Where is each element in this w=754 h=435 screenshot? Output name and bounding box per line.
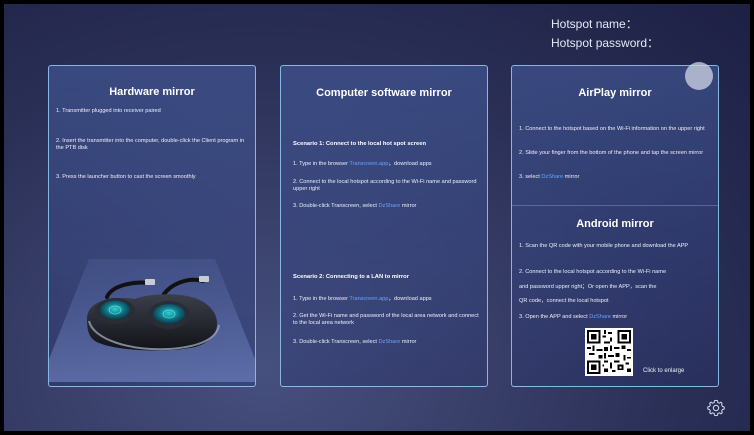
android-step-3: 3. Open the APP and select DzShare mirro… bbox=[519, 314, 628, 320]
scenario-2-title: Scenario 2: Connecting to a LAN to mirro… bbox=[293, 274, 409, 280]
scenario-2-step-2: 2. Get the Wi-Fi name and password of th… bbox=[293, 313, 479, 326]
airplay-android-card: AirPlay mirror 1. Connect to the hotspot… bbox=[511, 65, 719, 387]
android-step-2b: and password upper right；Or open the APP… bbox=[519, 284, 657, 290]
airplay-step-1: 1. Connect to the hotspot based on the W… bbox=[519, 126, 705, 132]
hardware-step-3: 3. Press the launcher button to cast the… bbox=[56, 174, 196, 180]
hardware-step-1: 1. Transmitter plugged into receiver pai… bbox=[56, 108, 161, 114]
hardware-mirror-title: Hardware mirror bbox=[109, 86, 195, 98]
scenario-1-step-2: 2. Connect to the local hotspot accordin… bbox=[293, 179, 477, 192]
airplay-mirror-title: AirPlay mirror bbox=[578, 87, 652, 99]
qr-code[interactable] bbox=[585, 328, 633, 376]
scenario-2-step-1: 1. Type in the browser Transcreen.app，do… bbox=[293, 296, 432, 302]
computer-software-mirror-card: Computer software mirror Scenario 1: Con… bbox=[280, 65, 488, 387]
airplay-step-3: 3. select DzShare mirror bbox=[519, 174, 580, 180]
airplay-step-2: 2. Slide your finger from the bottom of … bbox=[519, 150, 704, 156]
scenario-1-title: Scenario 1: Connect to the local hot spo… bbox=[293, 141, 427, 147]
transcreen-link[interactable]: Transcreen.app bbox=[349, 161, 388, 167]
click-to-enlarge-label[interactable]: Click to enlarge bbox=[643, 368, 684, 374]
transmitter-device-image bbox=[49, 259, 255, 382]
hotspot-name-label: Hotspot name： bbox=[551, 17, 638, 31]
gear-icon[interactable] bbox=[707, 399, 725, 417]
scenario-1-step-3: 3. Double-click Transcreen, select DzSha… bbox=[293, 203, 417, 209]
scenario-2-step-3: 3. Double-click Transcreen, select DzSha… bbox=[293, 339, 417, 345]
computer-mirror-title: Computer software mirror bbox=[316, 87, 452, 99]
android-mirror-title: Android mirror bbox=[576, 218, 654, 230]
hardware-step-2: 2. Insert the transmitter into the compu… bbox=[56, 138, 245, 151]
scenario-1-step-1: 1. Type in the browser Transcreen.app，do… bbox=[293, 161, 432, 167]
section-divider bbox=[512, 205, 718, 206]
hardware-mirror-card: Hardware mirror 1. Transmitter plugged i… bbox=[48, 65, 256, 387]
android-step-2a: 2. Connect to the local hotspot accordin… bbox=[519, 269, 667, 275]
hotspot-password-label: Hotspot password： bbox=[551, 36, 660, 50]
transcreen-link-2[interactable]: Transcreen.app bbox=[349, 296, 388, 302]
android-step-1: 1. Scan the QR code with your mobile pho… bbox=[519, 243, 689, 249]
screen: Hotspot name： Hotspot password： Hardware… bbox=[4, 4, 750, 431]
circle-toggle-button[interactable] bbox=[685, 62, 713, 90]
android-step-2c: QR code，connect the local hotspot bbox=[519, 298, 609, 304]
